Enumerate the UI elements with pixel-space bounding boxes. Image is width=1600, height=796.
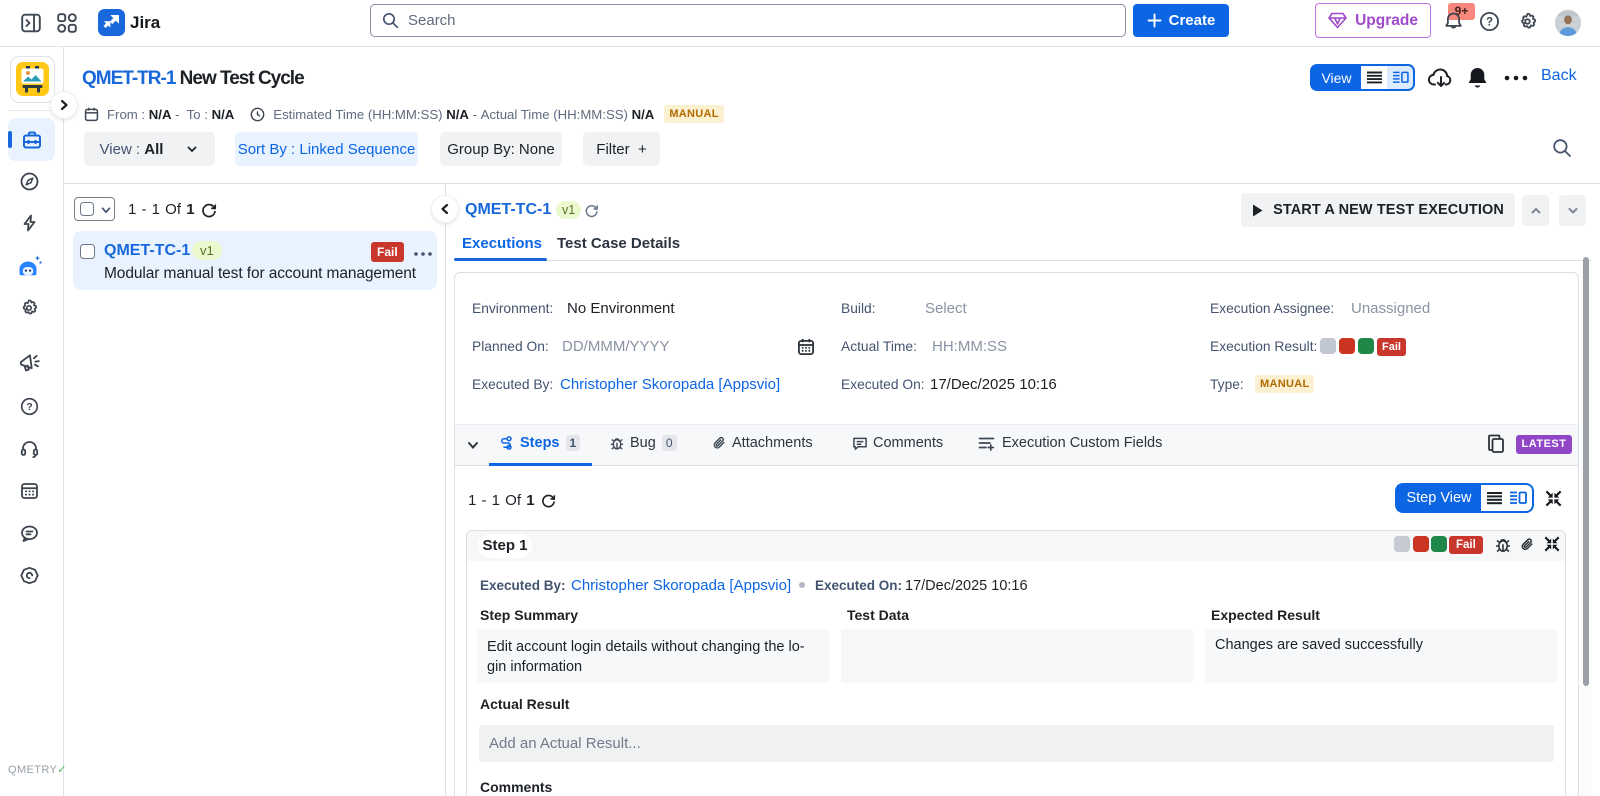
svg-text:?: ?	[1486, 17, 1493, 29]
svg-text:?: ?	[26, 402, 32, 413]
